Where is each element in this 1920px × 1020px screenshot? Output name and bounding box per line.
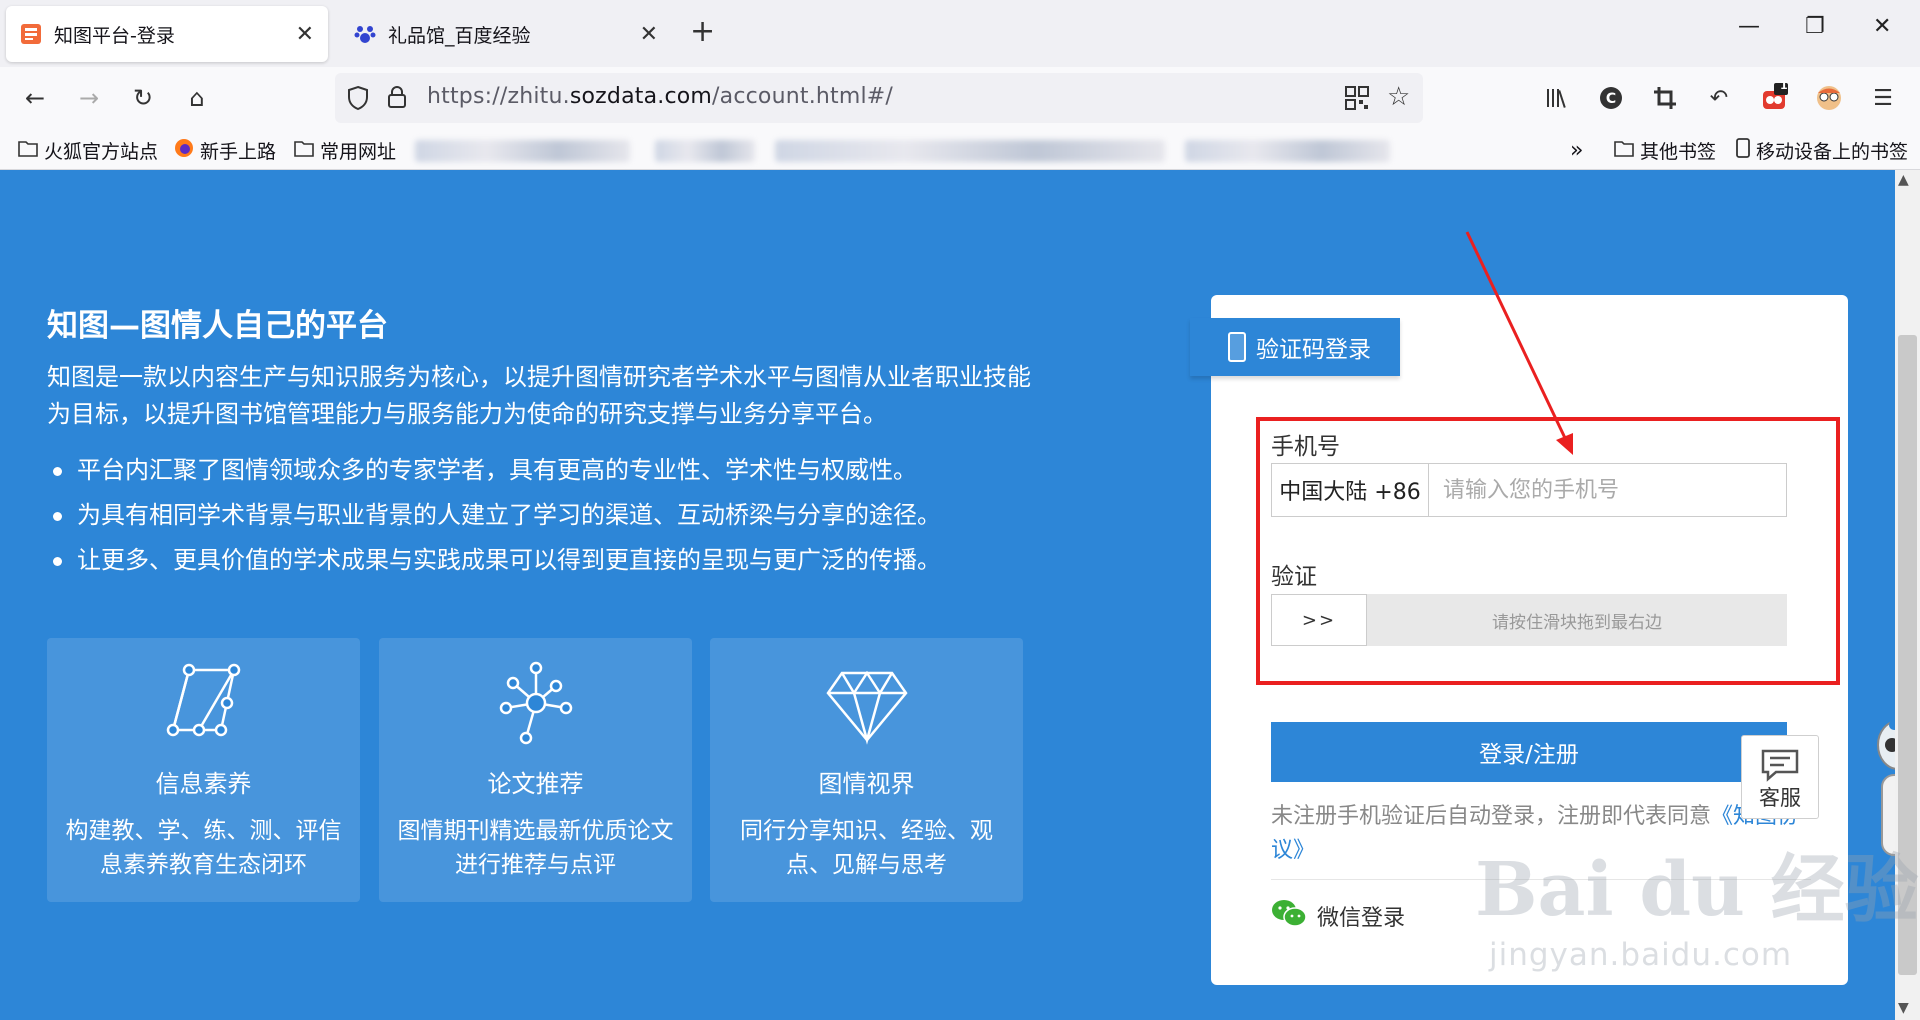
- address-bar[interactable]: https://zhitu.sozdata.com/account.html#/…: [335, 73, 1423, 123]
- bookmark-label: 其他书签: [1640, 140, 1717, 163]
- svg-text:C: C: [1606, 91, 1616, 107]
- qr-code-icon[interactable]: [1345, 86, 1369, 114]
- card-title: 信息素养: [155, 770, 252, 798]
- diamond-icon: [826, 670, 908, 745]
- folder-icon: [1614, 139, 1634, 162]
- close-tab-icon[interactable]: ✕: [296, 22, 314, 47]
- sms-login-tab-label: 验证码登录: [1256, 337, 1371, 363]
- avatar-extension-icon[interactable]: [1812, 81, 1846, 115]
- more-bookmarks-chevron-icon[interactable]: »: [1570, 135, 1583, 165]
- agreement-text: 未注册手机验证后自动登录，注册即代表同意: [1271, 804, 1712, 829]
- extension-badge-icon[interactable]: 1: [1758, 79, 1792, 115]
- card-description: 同行分享知识、经验、观点、见解与思考: [740, 818, 993, 878]
- feature-card-paper-recommend: 论文推荐 图情期刊精选最新优质论文进行推荐与点评: [379, 638, 692, 902]
- phone-input-group: 中国大陆 +86: [1271, 463, 1787, 517]
- scroll-down-arrow-icon[interactable]: ▼: [1898, 1000, 1909, 1016]
- slider-handle[interactable]: >>: [1271, 594, 1367, 646]
- cube-network-icon: [166, 663, 241, 737]
- blurred-bookmarks: [655, 140, 755, 162]
- intro-bullet-list: 平台内汇聚了图情领域众多的专家学者，具有更高的专业性、学术性与权威性。 为具有相…: [47, 448, 1087, 583]
- tab-label: 知图平台-登录: [54, 24, 175, 47]
- undo-arrow-icon[interactable]: ↶: [1702, 81, 1736, 115]
- home-icon[interactable]: ⌂: [180, 81, 214, 115]
- bookmark-star-icon[interactable]: ☆: [1387, 82, 1410, 112]
- zhitu-favicon-icon: [20, 23, 42, 45]
- baidu-paw-icon: [354, 23, 376, 45]
- firefox-logo-icon: [174, 138, 194, 163]
- divider: [1271, 879, 1811, 880]
- card-title: 图情视界: [818, 770, 915, 798]
- new-tab-plus-icon[interactable]: +: [690, 14, 715, 49]
- feature-card-library-vision: 图情视界 同行分享知识、经验、观点、见解与思考: [710, 638, 1023, 902]
- folder-icon: [294, 139, 314, 162]
- verify-label: 验证: [1271, 564, 1317, 590]
- extension-badge-count: 1: [1780, 79, 1788, 92]
- phone-label: 手机号: [1271, 434, 1340, 460]
- bookmark-label: 移动设备上的书签: [1756, 140, 1909, 163]
- close-window-icon[interactable]: ✕: [1873, 14, 1891, 39]
- reload-icon[interactable]: ↻: [126, 81, 160, 115]
- intro-description: 知图是一款以内容生产与知识服务为核心，以提升图情研究者学术水平与图情从业者职业技…: [47, 363, 1031, 428]
- bookmark-firefox-official[interactable]: 火狐官方站点: [18, 135, 158, 165]
- restore-window-icon[interactable]: ❐: [1805, 14, 1825, 39]
- bookmark-label: 新手上路: [200, 140, 277, 163]
- bookmark-common-sites[interactable]: 常用网址: [294, 135, 396, 165]
- tab-baidu-jingyan[interactable]: 礼品馆_百度经验 ✕: [340, 6, 672, 62]
- phone-number-input[interactable]: [1429, 464, 1786, 516]
- bullet-item: 让更多、更具价值的学术成果与实践成果可以得到更直接的呈现与更广泛的传播。: [47, 538, 1087, 583]
- blurred-bookmarks: [775, 140, 1165, 162]
- feature-card-info-literacy: 信息素养 构建教、学、练、测、评信息素养教育生态闭环: [47, 638, 360, 902]
- robot-mascot-icon[interactable]: [1876, 700, 1895, 890]
- forward-arrow-icon[interactable]: →: [72, 81, 106, 115]
- c-extension-icon[interactable]: C: [1594, 81, 1628, 115]
- wechat-login-label: 微信登录: [1317, 906, 1406, 931]
- slider-hint: 请按住滑块拖到最右边: [1492, 612, 1662, 633]
- wechat-login-link[interactable]: 微信登录: [1271, 898, 1405, 934]
- bookmark-label: 火狐官方站点: [44, 140, 159, 163]
- mobile-phone-icon: [1228, 332, 1246, 362]
- wechat-icon: [1271, 898, 1307, 934]
- shield-icon[interactable]: [347, 85, 369, 115]
- blurred-bookmarks: [415, 140, 630, 162]
- close-tab-icon[interactable]: ✕: [640, 22, 658, 47]
- bookmark-getting-started[interactable]: 新手上路: [174, 135, 276, 165]
- intro-title: 知图—图情人自己的平台: [47, 308, 388, 344]
- scroll-up-arrow-icon[interactable]: ▲: [1898, 172, 1909, 188]
- tab-zhitu-login[interactable]: 知图平台-登录 ✕: [6, 6, 328, 62]
- country-code-select[interactable]: 中国大陆 +86: [1272, 464, 1429, 516]
- card-title: 论文推荐: [487, 770, 584, 798]
- folder-icon: [18, 139, 38, 162]
- slider-captcha: >> 请按住滑块拖到最右边: [1271, 594, 1787, 646]
- bullet-item: 平台内汇聚了图情领域众多的专家学者，具有更高的专业性、学术性与权威性。: [47, 448, 1087, 493]
- mobile-device-icon: [1736, 137, 1750, 163]
- molecule-nodes-icon: [499, 661, 573, 745]
- library-icon[interactable]: [1540, 81, 1574, 115]
- menu-hamburger-icon[interactable]: ☰: [1866, 81, 1900, 115]
- chat-bubble-icon: [1760, 748, 1800, 787]
- bookmarks-toolbar: 火狐官方站点 新手上路 常用网址 » 其他书签 移动设备上的书签: [0, 130, 1920, 170]
- customer-service-button[interactable]: 客服: [1741, 735, 1819, 819]
- crop-screenshot-icon[interactable]: [1648, 81, 1682, 115]
- back-arrow-icon[interactable]: ←: [18, 81, 52, 115]
- lock-icon[interactable]: [387, 85, 407, 113]
- agreement-notice: 未注册手机验证后自动登录，注册即代表同意《知图协议》: [1271, 800, 1801, 868]
- blurred-bookmarks: [1185, 140, 1390, 162]
- login-register-button[interactable]: 登录/注册: [1271, 722, 1787, 782]
- url-text[interactable]: https://zhitu.sozdata.com/account.html#/: [427, 84, 893, 109]
- minimize-window-icon[interactable]: —: [1738, 14, 1760, 39]
- bookmark-other[interactable]: 其他书签: [1614, 135, 1716, 165]
- scrollbar-thumb[interactable]: [1898, 335, 1917, 975]
- bookmark-label: 常用网址: [320, 140, 397, 163]
- navigation-toolbar: ← → ↻ ⌂ https://zhitu.sozdata.com/accoun…: [0, 67, 1920, 130]
- bookmark-mobile[interactable]: 移动设备上的书签: [1736, 135, 1908, 165]
- tab-label: 礼品馆_百度经验: [388, 24, 531, 47]
- bullet-item: 为具有相同学术背景与职业背景的人建立了学习的渠道、互动桥梁与分享的途径。: [47, 493, 1087, 538]
- tab-strip: 知图平台-登录 ✕ 礼品馆_百度经验 ✕ + — ❐ ✕: [0, 0, 1920, 67]
- card-description: 构建教、学、练、测、评信息素养教育生态闭环: [65, 818, 342, 878]
- card-description: 图情期刊精选最新优质论文进行推荐与点评: [397, 818, 674, 878]
- sms-login-tab[interactable]: 验证码登录: [1190, 318, 1400, 376]
